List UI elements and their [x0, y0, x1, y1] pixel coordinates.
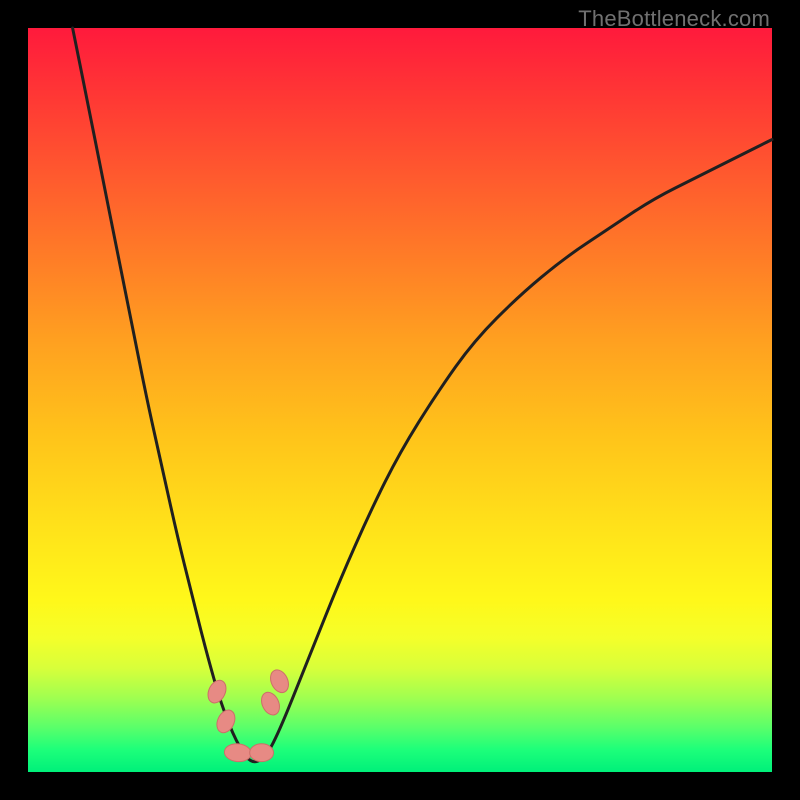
marker-bottom-right [250, 744, 274, 762]
bottleneck-curve [73, 28, 772, 762]
chart-stage: TheBottleneck.com [0, 0, 800, 800]
marker-left-upper [205, 677, 230, 706]
markers-group [205, 667, 292, 763]
marker-left-lower [213, 707, 238, 736]
marker-bottom-left [224, 743, 252, 763]
marker-right-upper [258, 689, 283, 718]
curve-svg [28, 28, 772, 772]
marker-right-lower [267, 667, 292, 696]
plot-area [28, 28, 772, 772]
